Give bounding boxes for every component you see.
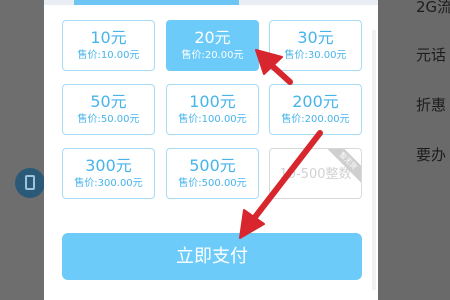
tab-indicator-fill xyxy=(74,0,239,5)
recharge-option-20[interactable]: 20元 售价:20.00元 xyxy=(166,20,259,71)
option-sale-price: 售价:10.00元 xyxy=(77,50,140,61)
option-sale-price: 售价:100.00元 xyxy=(178,114,247,125)
recharge-option-500[interactable]: 500元 售价:500.00元 xyxy=(166,148,259,199)
option-sale-price: 售价:50.00元 xyxy=(77,114,140,125)
option-sale-price: 售价:200.00元 xyxy=(281,114,350,125)
option-sale-price: 售价:300.00元 xyxy=(74,178,143,189)
background-text: 元话 xyxy=(416,46,447,64)
option-price: 20元 xyxy=(194,28,231,47)
background-left-panel xyxy=(0,0,45,300)
recharge-option-200[interactable]: 200元 售价:200.00元 xyxy=(269,84,362,135)
option-price: 10元 xyxy=(90,28,127,47)
phone-icon xyxy=(15,168,45,198)
recharge-dialog: 10元 售价:10.00元 20元 售价:20.00元 30元 售价:30.00… xyxy=(44,0,378,300)
background-right-panel: 2G流 元话 折惠 要办 xyxy=(378,0,450,300)
tab-indicator xyxy=(44,0,378,5)
option-price: 300元 xyxy=(85,156,132,175)
recharge-option-100[interactable]: 100元 售价:100.00元 xyxy=(166,84,259,135)
custom-amount-option: 10-500整数 暂无货 xyxy=(269,148,362,199)
background-text: 2G流 xyxy=(416,0,450,16)
recharge-option-300[interactable]: 300元 售价:300.00元 xyxy=(62,148,155,199)
option-price: 200元 xyxy=(292,92,339,111)
option-price: 50元 xyxy=(90,92,127,111)
scrollbar[interactable] xyxy=(372,30,376,290)
option-price: 500元 xyxy=(189,156,236,175)
option-sale-price: 售价:30.00元 xyxy=(284,50,347,61)
option-price: 30元 xyxy=(297,28,334,47)
option-price: 100元 xyxy=(189,92,236,111)
pay-now-button[interactable]: 立即支付 xyxy=(62,233,362,280)
background-text: 折惠 xyxy=(416,96,447,114)
background-text: 要办 xyxy=(416,146,447,164)
recharge-option-30[interactable]: 30元 售价:30.00元 xyxy=(269,20,362,71)
option-sale-price: 售价:20.00元 xyxy=(181,50,244,61)
recharge-option-10[interactable]: 10元 售价:10.00元 xyxy=(62,20,155,71)
option-sale-price: 售价:500.00元 xyxy=(178,178,247,189)
recharge-option-50[interactable]: 50元 售价:50.00元 xyxy=(62,84,155,135)
